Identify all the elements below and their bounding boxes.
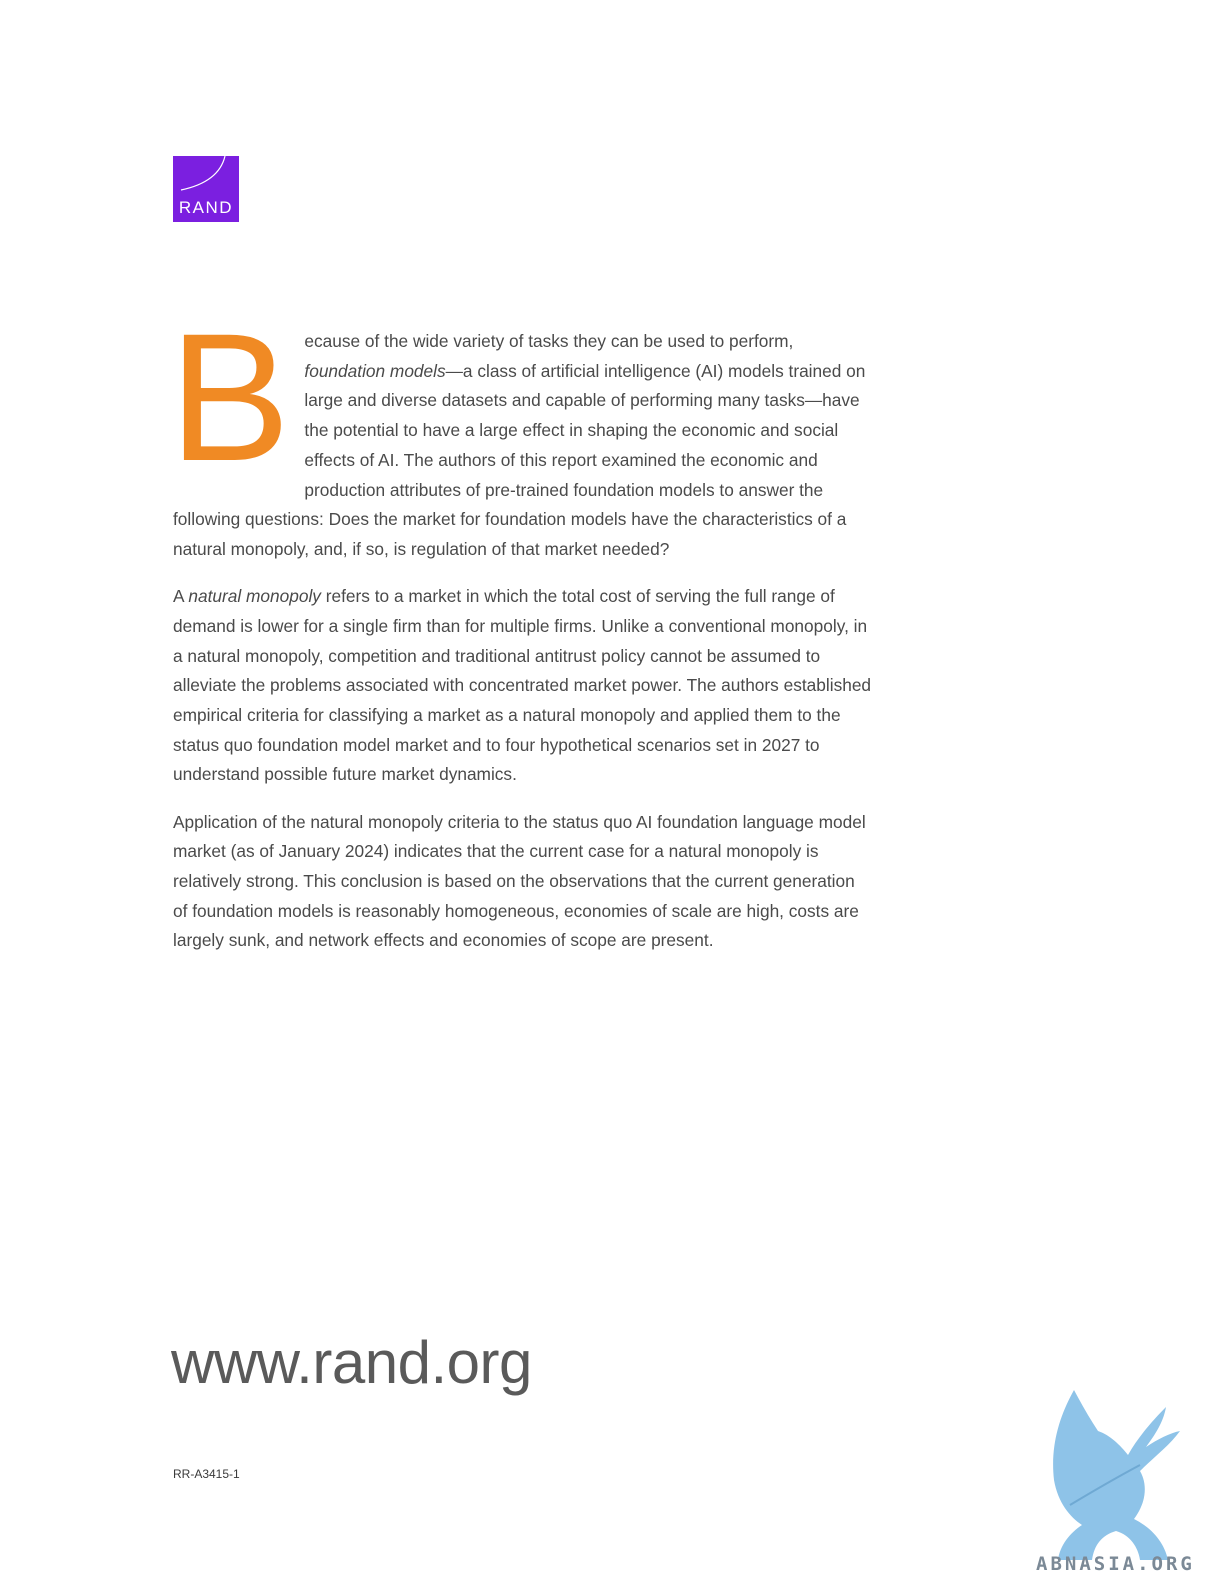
term-natural-monopoly: natural monopoly <box>188 586 321 607</box>
watermark-label: ABNASIA.ORG <box>1036 1553 1195 1575</box>
paragraph-2: A natural monopoly refers to a market in… <box>173 582 873 790</box>
paragraph-2-rest: refers to a market in which the total co… <box>173 586 872 785</box>
summary-text: Because of the wide variety of tasks the… <box>169 306 873 974</box>
drop-cap: B <box>169 295 291 499</box>
report-id: RR-A3415-1 <box>173 1467 240 1481</box>
website-link[interactable]: www.rand.org <box>171 1328 532 1398</box>
paragraph-1-opening: ecause of the wide variety of tasks they… <box>304 331 794 351</box>
rand-logo-label: RAND <box>178 198 234 217</box>
paragraph-3: Application of the natural monopoly crit… <box>173 811 866 951</box>
rand-logo: RAND <box>173 156 239 222</box>
paragraph-2-lead: A <box>173 586 189 607</box>
griffin-icon <box>1053 1390 1180 1560</box>
paragraph-1: Because of the wide variety of tasks the… <box>169 306 873 565</box>
term-foundation-models: foundation models <box>304 360 446 381</box>
